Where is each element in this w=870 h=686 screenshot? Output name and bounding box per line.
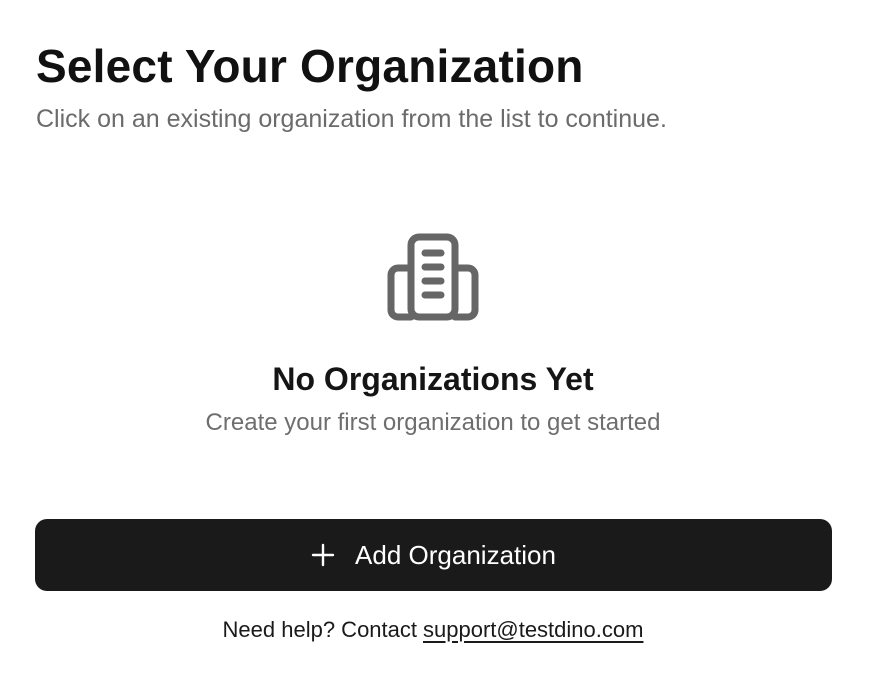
- add-organization-button[interactable]: Add Organization: [35, 519, 832, 591]
- support-email-link[interactable]: support@testdino.com: [423, 617, 643, 642]
- help-text: Need help? Contact: [222, 617, 417, 642]
- add-organization-label: Add Organization: [355, 539, 556, 570]
- help-row: Need help? Contact support@testdino.com: [0, 614, 866, 646]
- plus-icon: [311, 543, 335, 567]
- empty-state-subtitle: Create your first organization to get st…: [205, 409, 661, 436]
- building-icon: [387, 233, 479, 321]
- page-title: Select Your Organization: [36, 40, 584, 92]
- empty-state-title: No Organizations Yet: [272, 361, 594, 397]
- empty-state: No Organizations Yet Create your first o…: [0, 228, 866, 440]
- page-subtitle: Click on an existing organization from t…: [36, 105, 667, 133]
